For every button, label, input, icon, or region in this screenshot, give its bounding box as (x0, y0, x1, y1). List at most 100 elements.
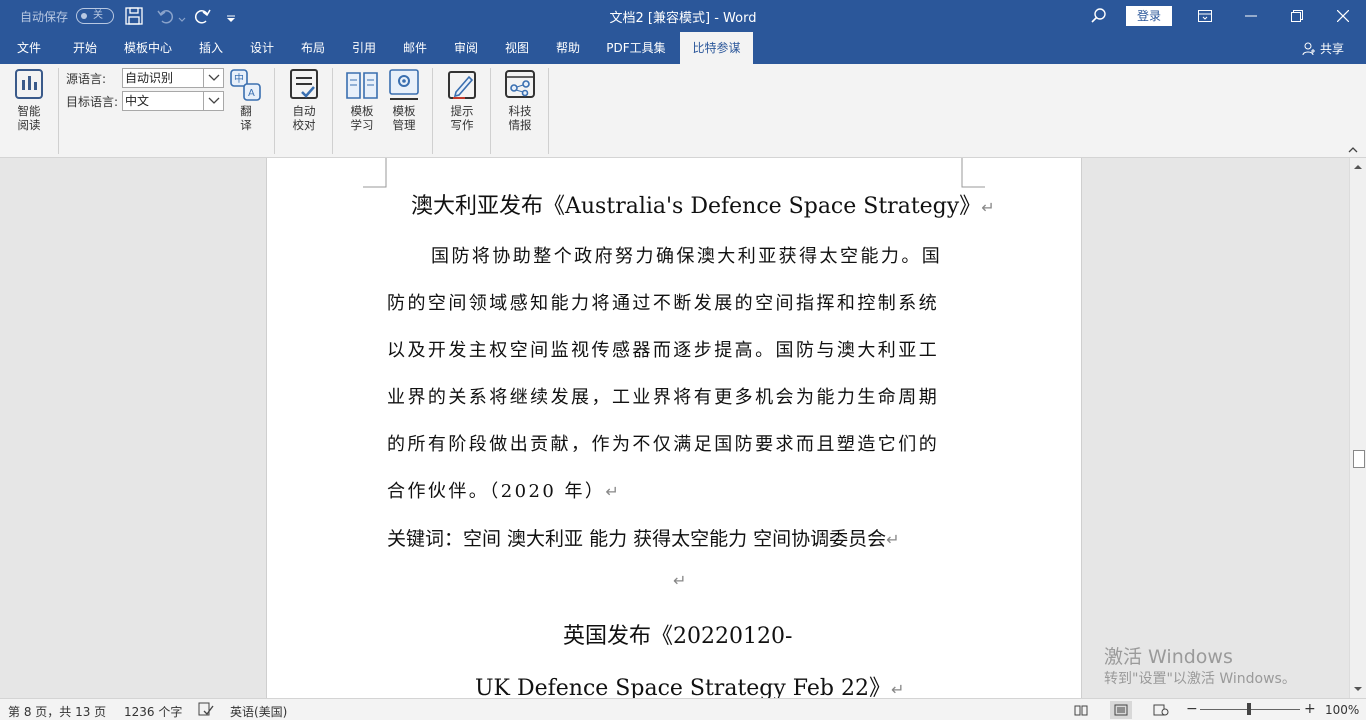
smart-read-button[interactable]: 智能 阅读 (8, 68, 50, 132)
activate-windows-hint: 转到"设置"以激活 Windows。 (1104, 671, 1296, 687)
tech-network-icon (505, 70, 535, 98)
source-lang-label: 源语言: (66, 72, 107, 86)
ribbon-panel: 智能 阅读 源语言: 自动识别 目标语言: 中文 中A 翻 译 自动 校对 模板… (0, 64, 1366, 158)
tab-home[interactable]: 开始 (62, 32, 108, 64)
empty-paragraph: ↵ (673, 571, 686, 590)
translate-icon: 中A (230, 69, 261, 101)
word-count[interactable]: 1236 个字 (124, 703, 182, 720)
paragraph-mark: ↵ (886, 530, 900, 549)
heading-uk-line2: UK Defence Space Strategy Feb 22》↵ (475, 670, 904, 698)
source-lang-select[interactable]: 自动识别 (122, 68, 224, 88)
print-layout-icon[interactable] (1110, 701, 1132, 719)
ribbon-separator (274, 68, 275, 154)
zoom-out-button[interactable]: − (1186, 701, 1198, 717)
body-line: 的所有阶段做出贡献，作为不仅满足国防要求而且塑造它们的 (387, 434, 940, 455)
tech-intel-label: 科技 情报 (508, 104, 532, 132)
template-learn-label: 模板 学习 (350, 104, 374, 132)
tab-design[interactable]: 设计 (240, 32, 284, 64)
ribbon-separator (58, 68, 59, 154)
tab-bit-advisor[interactable]: 比特参谋 (680, 32, 753, 64)
margin-corner-marker (363, 158, 387, 188)
ribbon-separator (432, 68, 433, 154)
smart-read-label: 智能 阅读 (17, 104, 41, 132)
ribbon-separator (332, 68, 333, 154)
pen-writing-icon (448, 71, 476, 99)
body-line-last: 合作伙伴。（2020 年）↵ (387, 477, 619, 503)
body-line: 以及开发主权空间监视传感器而逐步提高。国防与澳大利亚工 (387, 340, 940, 361)
ribbon-tabs: 文件 开始 模板中心 插入 设计 布局 引用 邮件 审阅 视图 帮助 PDF工具… (0, 32, 1366, 64)
collapse-ribbon-icon[interactable] (1348, 146, 1358, 154)
heading-australia-text: 澳大利亚发布《Australia's Defence Space Strateg… (411, 194, 982, 219)
tab-layout[interactable]: 布局 (292, 32, 334, 64)
share-person-icon (1302, 42, 1315, 55)
translate-button[interactable]: 中A 翻 译 (228, 68, 264, 132)
body-line: 业界的关系将继续发展，工业界将有更多机会为能力生命周期 (387, 387, 940, 408)
template-settings-icon (389, 69, 419, 100)
vertical-scrollbar[interactable] (1349, 158, 1366, 698)
chevron-down-icon (203, 92, 223, 110)
target-lang-value: 中文 (125, 94, 150, 108)
margin-corner-marker (961, 158, 985, 188)
template-learn-button[interactable]: 模板 学习 (342, 68, 382, 132)
tech-intel-button[interactable]: 科技 情报 (500, 68, 540, 132)
scroll-thumb[interactable] (1353, 450, 1365, 468)
activate-windows-watermark: 激活 Windows (1104, 646, 1233, 668)
paragraph-mark: ↵ (981, 198, 995, 217)
tab-template-center[interactable]: 模板中心 (116, 32, 180, 64)
zoom-slider-thumb[interactable] (1247, 703, 1251, 715)
share-button[interactable]: 共享 (1302, 40, 1344, 57)
smart-read-icon (15, 69, 43, 99)
svg-text:中: 中 (234, 72, 244, 85)
close-icon[interactable] (1320, 0, 1366, 32)
paragraph-mark: ↵ (890, 680, 905, 698)
search-icon[interactable] (1089, 6, 1111, 26)
tab-insert[interactable]: 插入 (188, 32, 234, 64)
tab-review[interactable]: 审阅 (444, 32, 488, 64)
template-manage-button[interactable]: 模板 管理 (384, 68, 424, 132)
ribbon-display-options-icon[interactable] (1182, 0, 1228, 32)
source-lang-value: 自动识别 (125, 71, 174, 85)
scroll-down-icon[interactable] (1353, 684, 1363, 694)
template-manage-label: 模板 管理 (392, 104, 416, 132)
page-count[interactable]: 第 8 页，共 13 页 (8, 703, 106, 720)
chevron-down-icon (203, 69, 223, 87)
status-bar: 第 8 页，共 13 页 1236 个字 英语(美国) − + 100% (0, 698, 1366, 720)
hint-write-label: 提示 写作 (450, 104, 474, 132)
auto-proofread-icon (290, 69, 318, 99)
body-line: 国防将协助整个政府努力确保澳大利亚获得太空能力。国 (431, 246, 943, 267)
tab-file[interactable]: 文件 (8, 32, 50, 64)
ribbon-separator (490, 68, 491, 154)
web-layout-icon[interactable] (1150, 701, 1172, 719)
auto-proofread-label: 自动 校对 (292, 104, 316, 132)
keywords-line: 关键词：空间 澳大利亚 能力 获得太空能力 空间协调委员会↵ (387, 524, 900, 551)
heading-uk-line1: 英国发布《20220120- (563, 624, 793, 649)
proofing-icon[interactable] (198, 702, 214, 719)
title-bar: 自动保存 关 文档2 [兼容模式] - Word 登录 (0, 0, 1366, 32)
keywords-text: 关键词：空间 澳大利亚 能力 获得太空能力 空间协调委员会 (387, 528, 887, 550)
restore-icon[interactable] (1274, 0, 1320, 32)
language-indicator[interactable]: 英语(美国) (230, 703, 287, 720)
ribbon-separator (548, 68, 549, 154)
minimize-icon[interactable] (1228, 0, 1274, 32)
hint-write-button[interactable]: 提示 写作 (442, 68, 482, 132)
tab-references[interactable]: 引用 (342, 32, 386, 64)
heading-uk-line2-text: UK Defence Space Strategy Feb 22》 (475, 676, 891, 698)
zoom-level[interactable]: 100% (1325, 703, 1359, 717)
read-mode-icon[interactable] (1070, 701, 1092, 719)
body-line: 防的空间领域感知能力将通过不断发展的空间指挥和控制系统 (387, 293, 940, 314)
auto-proofread-button[interactable]: 自动 校对 (284, 68, 324, 132)
tab-view[interactable]: 视图 (496, 32, 538, 64)
document-page[interactable]: 澳大利亚发布《Australia's Defence Space Strateg… (266, 158, 1082, 698)
login-button[interactable]: 登录 (1126, 6, 1172, 26)
tab-pdf-tools[interactable]: PDF工具集 (598, 32, 674, 64)
target-lang-select[interactable]: 中文 (122, 91, 224, 111)
book-icon (346, 72, 378, 99)
zoom-in-button[interactable]: + (1304, 701, 1316, 717)
paragraph-mark: ↵ (673, 571, 687, 590)
tab-mailings[interactable]: 邮件 (394, 32, 436, 64)
share-label: 共享 (1319, 42, 1344, 56)
paragraph-mark: ↵ (605, 482, 619, 501)
target-lang-label: 目标语言: (66, 95, 119, 109)
tab-help[interactable]: 帮助 (546, 32, 590, 64)
scroll-up-icon[interactable] (1353, 162, 1363, 172)
